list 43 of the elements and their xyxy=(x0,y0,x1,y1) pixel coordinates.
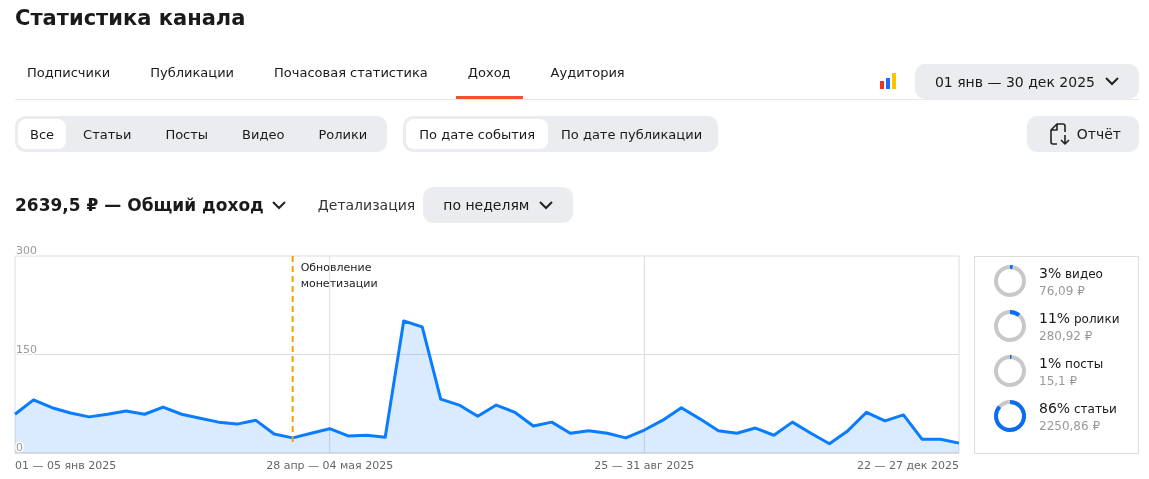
document-download-icon xyxy=(1048,122,1071,146)
share-amount: 15,1 ₽ xyxy=(1039,373,1079,388)
share-label: 11% ролики xyxy=(1039,309,1120,326)
page-title: Статистика канала xyxy=(15,5,247,32)
tab[interactable]: Почасовая статистика xyxy=(262,65,440,99)
chevron-down-icon xyxy=(271,200,286,210)
axis-tick-label: 300 xyxy=(16,244,37,257)
tab[interactable]: Аудитория xyxy=(538,65,637,99)
axis-tick-label: 22 — 27 дек 2025 xyxy=(857,459,959,472)
chevron-down-icon xyxy=(1105,77,1119,86)
donut-chart xyxy=(993,399,1027,433)
donut-chart xyxy=(993,309,1027,343)
axis-tick-label: 28 апр — 04 мая 2025 xyxy=(266,459,394,472)
tab[interactable]: Подписчики xyxy=(15,65,123,99)
share-amount: 2250,86 ₽ xyxy=(1039,418,1102,433)
bar-chart-icon xyxy=(879,73,897,89)
detail-label: Детализация xyxy=(317,197,416,213)
filter-tab[interactable]: Статьи xyxy=(66,119,149,149)
donut-chart xyxy=(993,354,1027,388)
filter-tab[interactable]: По дате публикации xyxy=(548,119,716,149)
filter-tab[interactable]: Ролики xyxy=(301,119,385,149)
total-revenue: 2639,5 ₽ — Общий доход xyxy=(15,195,264,215)
filter-tab[interactable]: По дате события xyxy=(406,119,549,149)
date-range-dropdown[interactable]: 01 янв — 30 дек 2025 xyxy=(914,64,1139,99)
tab[interactable]: Публикации xyxy=(138,65,247,99)
axis-tick-label: 150 xyxy=(16,342,37,356)
axis-tick-label: 0 xyxy=(16,441,23,454)
filter-tab[interactable]: Посты xyxy=(148,119,226,149)
report-button[interactable]: Отчёт xyxy=(1026,116,1139,152)
filter-tab[interactable]: Все xyxy=(18,119,67,149)
filter-tab[interactable]: Видео xyxy=(225,119,302,149)
detail-dropdown[interactable]: по неделям xyxy=(423,187,574,223)
tab[interactable]: Доход xyxy=(455,65,523,99)
annotation-label: Обновление монетизации xyxy=(300,260,379,292)
chevron-down-icon xyxy=(539,200,554,210)
donut-chart xyxy=(993,264,1027,298)
share-amount: 76,09 ₽ xyxy=(1039,283,1086,298)
axis-tick-label: 01 — 05 янв 2025 xyxy=(15,459,117,472)
share-amount: 280,92 ₽ xyxy=(1039,328,1094,343)
share-label: 86% статьи xyxy=(1039,399,1117,416)
share-label: 1% посты xyxy=(1039,354,1104,371)
share-label: 3% видео xyxy=(1039,264,1103,281)
axis-tick-label: 25 — 31 авг 2025 xyxy=(594,459,695,472)
